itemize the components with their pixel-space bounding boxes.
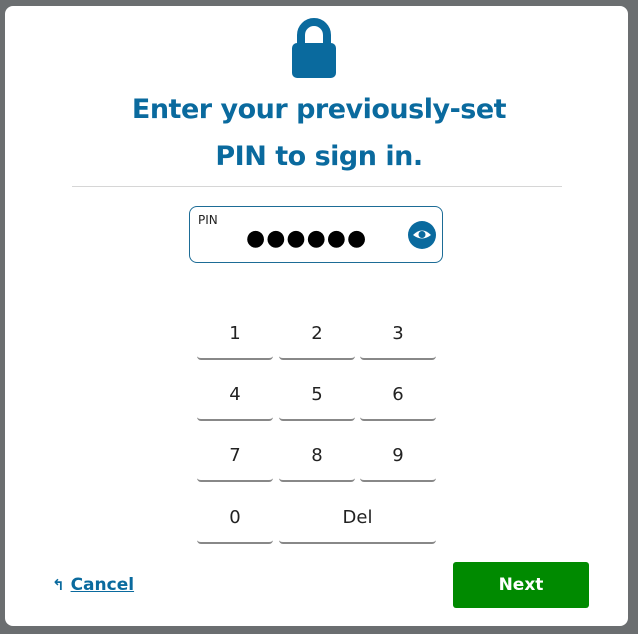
pin-label: PIN xyxy=(198,213,218,227)
back-arrow-icon: ↰ xyxy=(52,576,65,594)
key-delete[interactable]: Del xyxy=(279,492,436,544)
lock-icon xyxy=(292,18,336,78)
next-button[interactable]: Next xyxy=(453,562,589,608)
key-6[interactable]: 6 xyxy=(360,369,436,421)
pin-masked-value: ●●●●●● xyxy=(246,226,368,251)
pin-input[interactable]: PIN ●●●●●● xyxy=(189,206,443,263)
page-title-line-2: PIN to sign in. xyxy=(215,141,423,172)
key-9[interactable]: 9 xyxy=(360,430,436,482)
key-4[interactable]: 4 xyxy=(197,369,273,421)
key-2[interactable]: 2 xyxy=(279,308,355,360)
key-5[interactable]: 5 xyxy=(279,369,355,421)
key-1[interactable]: 1 xyxy=(197,308,273,360)
eye-icon[interactable] xyxy=(408,221,436,249)
cancel-label: Cancel xyxy=(70,575,135,595)
key-7[interactable]: 7 xyxy=(197,430,273,482)
key-8[interactable]: 8 xyxy=(279,430,355,482)
cancel-link[interactable]: ↰ Cancel xyxy=(52,575,134,595)
divider xyxy=(72,186,562,187)
key-0[interactable]: 0 xyxy=(197,492,273,544)
key-3[interactable]: 3 xyxy=(360,308,436,360)
page-title-line-1: Enter your previously-set xyxy=(131,94,507,125)
